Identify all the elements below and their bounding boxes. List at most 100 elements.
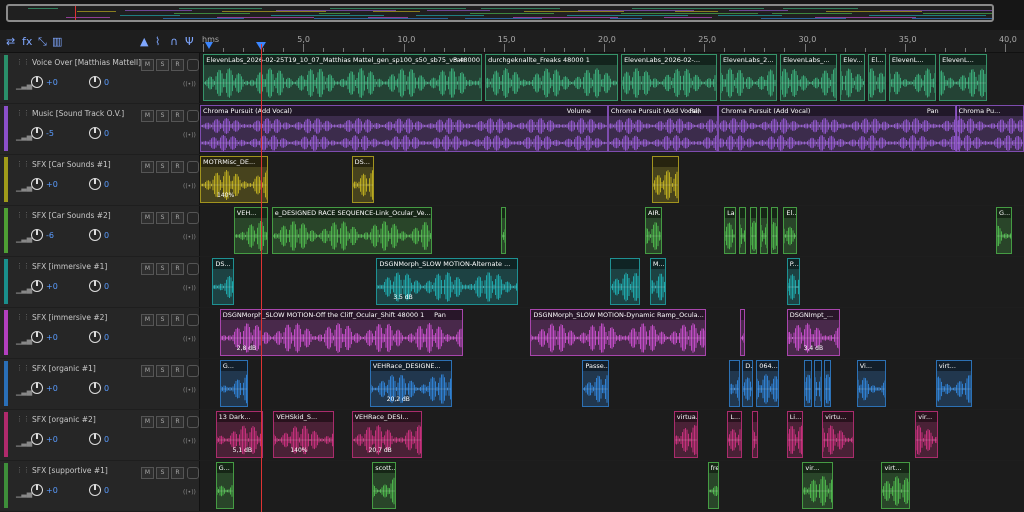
track-name[interactable]: SFX [organic #1] — [32, 364, 96, 373]
volume-value[interactable]: +0 — [46, 333, 58, 342]
audio-clip[interactable]: DSGNMorph_SLOW MOTION-Off the Cliff_Ocul… — [219, 309, 463, 356]
volume-knob[interactable] — [31, 433, 43, 445]
track-fx-icon[interactable] — [187, 416, 199, 428]
pan-knob[interactable] — [89, 433, 101, 445]
mute-button[interactable]: M — [141, 110, 154, 122]
audio-clip[interactable] — [500, 207, 506, 254]
in-point-handle[interactable] — [205, 42, 213, 49]
audio-clip[interactable] — [823, 360, 832, 407]
volume-value[interactable]: +0 — [46, 180, 58, 189]
audio-clip[interactable] — [739, 309, 745, 356]
track-name[interactable]: SFX [immersive #1] — [32, 262, 107, 271]
stack-icon[interactable]: ▲ — [140, 35, 148, 49]
pan-value[interactable]: 0 — [104, 282, 109, 291]
pan-value[interactable]: 0 — [104, 180, 109, 189]
track-name[interactable]: SFX [supportive #1] — [32, 466, 108, 475]
drag-handle-icon[interactable]: ⋮⋮ — [16, 415, 30, 423]
audio-clip[interactable]: Chroma Pu... — [955, 105, 1024, 152]
pan-value[interactable]: 0 — [104, 384, 109, 393]
audio-clip[interactable]: G... — [995, 207, 1012, 254]
audio-clip[interactable]: VEHRace_DESIGNE... 20,2 dB — [369, 360, 453, 407]
time-ruler[interactable]: hms 5,0 10,0 15,0 20,0 25,0 30,0 35,0 40,0 — [200, 32, 1024, 53]
pan-value[interactable]: 0 — [104, 435, 109, 444]
solo-button[interactable]: S — [156, 467, 169, 479]
volume-value[interactable]: +0 — [46, 384, 58, 393]
audio-clip[interactable]: Elev... — [840, 54, 865, 101]
mute-button[interactable]: M — [141, 263, 154, 275]
output-icon[interactable]: ((•)) — [183, 438, 196, 445]
audio-clip[interactable]: M... — [649, 258, 666, 305]
track-name[interactable]: SFX [Car Sounds #2] — [32, 211, 111, 220]
volume-value[interactable]: +0 — [46, 78, 58, 87]
volume-knob[interactable] — [31, 280, 43, 292]
audio-clip[interactable] — [813, 360, 823, 407]
waveform-view-icon[interactable]: ⌇ — [155, 35, 160, 49]
track-fx-icon[interactable] — [187, 467, 199, 479]
output-icon[interactable]: ((•)) — [183, 132, 196, 139]
track-name[interactable]: Voice Over [Matthias Mattell] — [32, 58, 141, 67]
audio-clip[interactable]: DSGNImpt_... 3,4 dB — [786, 309, 841, 356]
audio-clip[interactable]: DS... — [212, 258, 234, 305]
volume-knob[interactable] — [31, 382, 43, 394]
audio-clip[interactable]: Vi... — [856, 360, 887, 407]
pan-knob[interactable] — [89, 280, 101, 292]
clip-envelope-label[interactable]: Pan — [690, 107, 702, 115]
drag-handle-icon[interactable]: ⋮⋮ — [16, 160, 30, 168]
routing-icon[interactable]: ⤡ — [38, 35, 47, 49]
audio-clip[interactable]: virt... — [881, 462, 911, 509]
track-name[interactable]: SFX [immersive #2] — [32, 313, 107, 322]
record-button[interactable]: R — [171, 314, 184, 326]
volume-value[interactable]: +0 — [46, 486, 58, 495]
audio-clip[interactable]: e_DESIGNED RACE SEQUENCE-Link_Ocular_Ve.… — [271, 207, 433, 254]
audio-clip[interactable]: virtu... — [822, 411, 855, 458]
drag-handle-icon[interactable]: ⋮⋮ — [16, 58, 30, 66]
audio-clip[interactable]: VEH... — [233, 207, 269, 254]
output-icon[interactable]: ((•)) — [183, 81, 196, 88]
track-fx-icon[interactable] — [187, 59, 199, 71]
audio-clip[interactable]: Chroma Pursuit (Add Vocal) Pan — [718, 105, 956, 152]
drag-handle-icon[interactable]: ⋮⋮ — [16, 466, 30, 474]
record-button[interactable]: R — [171, 416, 184, 428]
audio-clip[interactable]: El... — [868, 54, 886, 101]
output-icon[interactable]: ((•)) — [183, 336, 196, 343]
audio-clip[interactable]: P... — [786, 258, 800, 305]
record-button[interactable]: R — [171, 467, 184, 479]
audio-clip[interactable]: DS... — [351, 156, 374, 203]
pan-knob[interactable] — [89, 76, 101, 88]
track-fx-icon[interactable] — [187, 110, 199, 122]
marker-icon[interactable]: Ψ — [185, 35, 194, 49]
audio-clip[interactable] — [738, 207, 747, 254]
volume-knob[interactable] — [31, 178, 43, 190]
volume-value[interactable]: +0 — [46, 282, 58, 291]
audio-clip[interactable] — [609, 258, 640, 305]
audio-clip[interactable]: vir... — [915, 411, 939, 458]
audio-clip[interactable]: ElevenL... — [939, 54, 987, 101]
meter-icon[interactable]: ▥ — [52, 35, 62, 49]
output-icon[interactable]: ((•)) — [183, 183, 196, 190]
pan-knob[interactable] — [89, 484, 101, 496]
audio-clip[interactable]: 064... — [756, 360, 780, 407]
clip-envelope-label[interactable]: Pan — [927, 107, 939, 115]
audio-clip[interactable]: Li... — [786, 411, 804, 458]
mute-button[interactable]: M — [141, 59, 154, 71]
mute-button[interactable]: M — [141, 212, 154, 224]
track-fx-icon[interactable] — [187, 161, 199, 173]
drag-handle-icon[interactable]: ⋮⋮ — [16, 109, 30, 117]
audio-clip[interactable]: ElevenLabs_2026-02-... — [621, 54, 717, 101]
audio-clip[interactable]: 13 Dark... 5,1 dB — [215, 411, 263, 458]
audio-clip[interactable]: El... — [783, 207, 798, 254]
pan-knob[interactable] — [89, 382, 101, 394]
pan-knob[interactable] — [89, 331, 101, 343]
output-icon[interactable]: ((•)) — [183, 489, 196, 496]
mute-button[interactable]: M — [141, 365, 154, 377]
solo-button[interactable]: S — [156, 110, 169, 122]
audio-clip[interactable]: G... — [219, 360, 248, 407]
audio-clip[interactable] — [729, 360, 740, 407]
audio-clip[interactable]: La... — [724, 207, 736, 254]
audio-clip[interactable]: ElevenLabs_2... — [719, 54, 777, 101]
record-button[interactable]: R — [171, 161, 184, 173]
mute-button[interactable]: M — [141, 314, 154, 326]
audio-clip[interactable]: ElevenLabs_2026-02-25T19_10_07_Matthias … — [203, 54, 482, 101]
drag-handle-icon[interactable]: ⋮⋮ — [16, 313, 30, 321]
track-fx-icon[interactable] — [187, 365, 199, 377]
